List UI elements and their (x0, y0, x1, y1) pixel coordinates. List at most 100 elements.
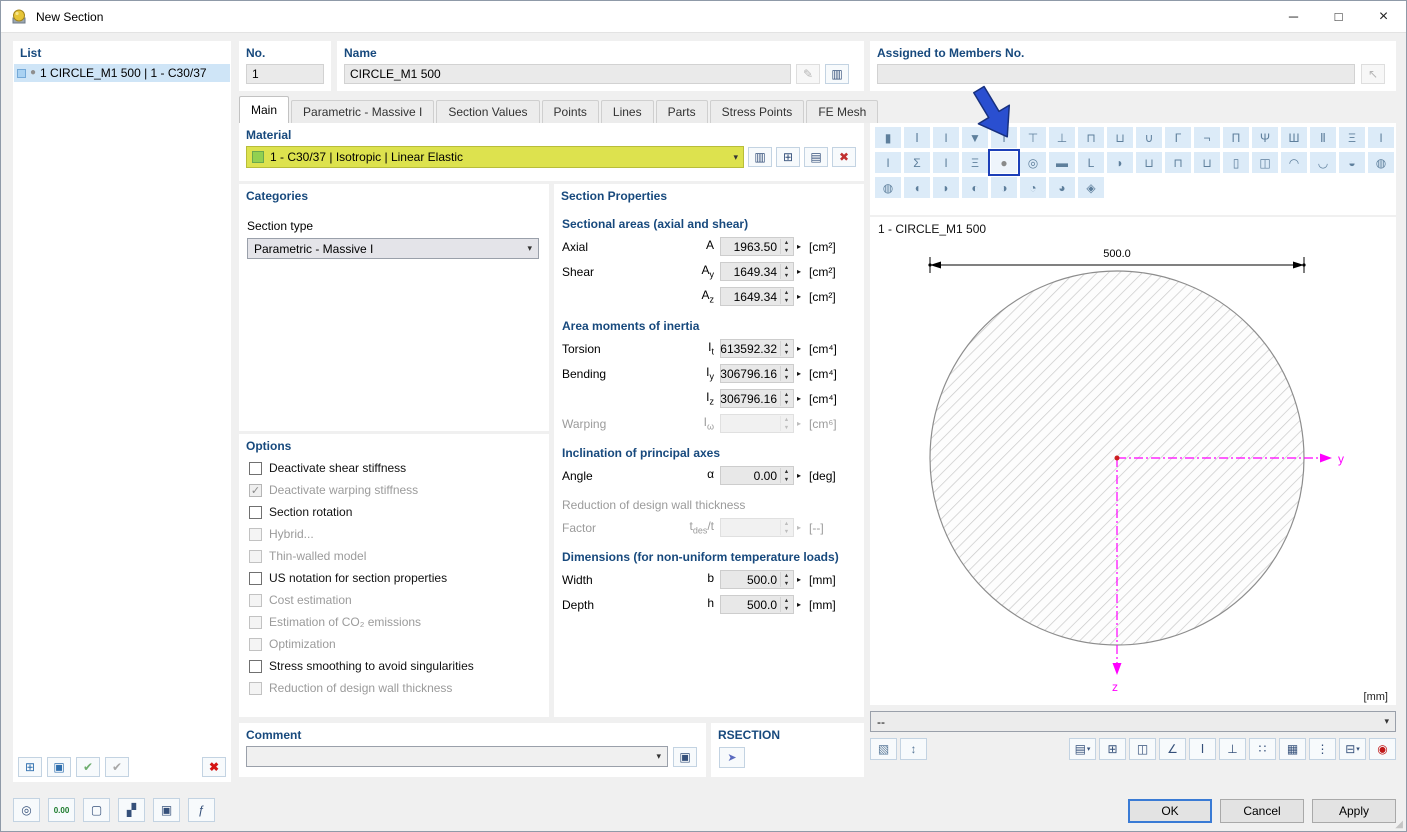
tab-section-values[interactable]: Section Values (436, 100, 539, 123)
partial-view-button[interactable]: ▞ (118, 798, 145, 822)
section-shape-icon[interactable]: Ⅱ (1310, 127, 1336, 148)
property-value-input[interactable]: 1649.34▲▼ (720, 262, 794, 281)
checkbox-icon[interactable] (249, 660, 262, 673)
section-shape-icon[interactable]: Ξ (1339, 127, 1365, 148)
spinner-icon[interactable]: ▲▼ (780, 366, 792, 381)
property-value-input[interactable]: 306796.16▲▼ (720, 364, 794, 383)
checkbox-icon[interactable] (249, 572, 262, 585)
section-shape-icon[interactable]: ⊔ (1136, 152, 1162, 173)
shape-circle-icon[interactable]: ● (991, 152, 1017, 173)
section-shape-icon[interactable]: Ψ (1252, 127, 1278, 148)
spinner-icon[interactable]: ▲▼ (780, 264, 792, 279)
formula-button[interactable]: ƒ (188, 798, 215, 822)
print-button[interactable]: ⊟▾ (1339, 738, 1366, 760)
section-shape-icon[interactable]: ⊥ (1049, 127, 1075, 148)
section-shape-icon[interactable]: ◍ (1368, 152, 1394, 173)
checkbox-icon[interactable] (249, 506, 262, 519)
material-new-button[interactable]: ⊞ (776, 147, 800, 167)
list-item-circle-m1-500[interactable]: ● 1 CIRCLE_M1 500 | 1 - C30/37 (14, 64, 230, 82)
section-shape-icon[interactable]: ◗ (1107, 152, 1133, 173)
section-finder-button[interactable]: ◎ (13, 798, 40, 822)
material-combo[interactable]: 1 - C30/37 | Isotropic | Linear Elastic … (246, 146, 744, 168)
unit-arrow-icon[interactable]: ▸ (797, 575, 801, 584)
material-delete-button[interactable]: ✖ (832, 147, 856, 167)
section-shape-icon[interactable]: ◐ (962, 177, 988, 198)
property-value-input[interactable]: 0.00▲▼ (720, 466, 794, 485)
spinner-icon[interactable]: ▲▼ (780, 289, 792, 304)
material-edit-button[interactable]: ▤ (804, 147, 828, 167)
section-shape-icon[interactable]: ⊓ (1165, 152, 1191, 173)
tab-lines[interactable]: Lines (601, 100, 654, 123)
section-shape-icon[interactable]: ⊓ (1078, 127, 1104, 148)
shading-button[interactable]: ▧ (870, 738, 897, 760)
section-shape-icon[interactable]: ◖ (904, 177, 930, 198)
grid-points-toggle-button[interactable]: ∷ (1249, 738, 1276, 760)
ok-button[interactable]: OK (1128, 799, 1212, 823)
unit-arrow-icon[interactable]: ▸ (797, 344, 801, 353)
unit-arrow-icon[interactable]: ▸ (797, 471, 801, 480)
angle-toggle-button[interactable]: ∠ (1159, 738, 1186, 760)
full-view-button[interactable]: ↕ (900, 738, 927, 760)
section-shape-icon[interactable]: ◡ (1310, 152, 1336, 173)
spinner-icon[interactable]: ▲▼ (780, 391, 792, 406)
main-axes-toggle-button[interactable]: Ⅰ (1189, 738, 1216, 760)
resize-grip[interactable]: ◢ (1395, 819, 1403, 830)
unit-arrow-icon[interactable]: ▸ (797, 267, 801, 276)
section-shape-icon[interactable]: ◈ (1078, 177, 1104, 198)
section-shape-icon[interactable]: ▬ (1049, 152, 1075, 173)
unit-arrow-icon[interactable]: ▸ (797, 394, 801, 403)
section-shape-icon[interactable]: ◍ (875, 177, 901, 198)
result-table-button[interactable]: ▦ (1279, 738, 1306, 760)
section-shape-icon[interactable]: I (933, 152, 959, 173)
section-shape-icon[interactable]: ◔ (1020, 177, 1046, 198)
spinner-icon[interactable]: ▲▼ (780, 572, 792, 587)
section-shape-icon[interactable]: L (1078, 152, 1104, 173)
section-shape-icon[interactable]: Ι (933, 127, 959, 148)
section-shape-icon[interactable]: ▯ (1223, 152, 1249, 173)
tab-points[interactable]: Points (542, 100, 599, 123)
more-view-options-button[interactable]: ⋮ (1309, 738, 1336, 760)
outline-toggle-button[interactable]: ◫ (1129, 738, 1156, 760)
spinner-icon[interactable]: ▲▼ (780, 239, 792, 254)
section-number-input[interactable]: 1 (246, 64, 324, 84)
apply-button[interactable]: Apply (1312, 799, 1396, 823)
spinner-icon[interactable]: ▲▼ (780, 597, 792, 612)
maximize-button[interactable]: □ (1316, 1, 1361, 32)
section-shape-icon[interactable]: ¬ (1194, 127, 1220, 148)
delete-all-sections-button[interactable]: ✖ (202, 757, 226, 777)
unit-arrow-icon[interactable]: ▸ (797, 600, 801, 609)
section-type-combo[interactable]: Parametric - Massive I ▾ (247, 238, 539, 259)
section-shape-icon[interactable]: ⊔ (1194, 152, 1220, 173)
section-shape-icon[interactable]: ⊔ (1107, 127, 1133, 148)
unit-arrow-icon[interactable]: ▸ (797, 369, 801, 378)
preview-info-combo[interactable]: -- ▾ (870, 711, 1396, 732)
section-shape-icon[interactable]: ▮ (875, 127, 901, 148)
view-options-button[interactable]: ▤▾ (1069, 738, 1096, 760)
section-shape-icon[interactable]: ◎ (1020, 152, 1046, 173)
section-shape-icon[interactable]: I (1368, 127, 1394, 148)
find-section-button[interactable]: ◉ (1369, 738, 1396, 760)
property-value-input[interactable]: 306796.16▲▼ (720, 389, 794, 408)
section-shape-icon[interactable]: ◫ (1252, 152, 1278, 173)
unit-arrow-icon[interactable]: ▸ (797, 292, 801, 301)
section-shape-icon[interactable]: Γ (1165, 127, 1191, 148)
display-colors-button[interactable]: ▢ (83, 798, 110, 822)
apply-check-button[interactable]: ✔ (76, 757, 100, 777)
rsection-export-button[interactable]: ➤ (719, 747, 745, 768)
property-value-input[interactable]: 1963.50▲▼ (720, 237, 794, 256)
tab-parametric-massive-i[interactable]: Parametric - Massive I (291, 100, 434, 123)
section-shape-icon[interactable]: ◗ (933, 177, 959, 198)
spinner-icon[interactable]: ▲▼ (780, 341, 792, 356)
section-shape-icon[interactable]: Π (1223, 127, 1249, 148)
minimize-button[interactable]: ─ (1271, 1, 1316, 32)
section-shape-icon[interactable]: Ι (875, 152, 901, 173)
copy-comment-button[interactable]: ▣ (673, 747, 697, 767)
section-shape-icon[interactable]: Σ (904, 152, 930, 173)
section-name-input[interactable]: CIRCLE_M1 500 (344, 64, 791, 84)
section-shape-icon[interactable]: ◠ (1281, 152, 1307, 173)
spinner-icon[interactable]: ▲▼ (780, 468, 792, 483)
property-value-input[interactable]: 613592.32▲▼ (720, 339, 794, 358)
close-button[interactable]: × (1361, 1, 1406, 32)
section-shape-icon[interactable]: ◕ (1049, 177, 1075, 198)
property-value-input[interactable]: 500.0▲▼ (720, 570, 794, 589)
